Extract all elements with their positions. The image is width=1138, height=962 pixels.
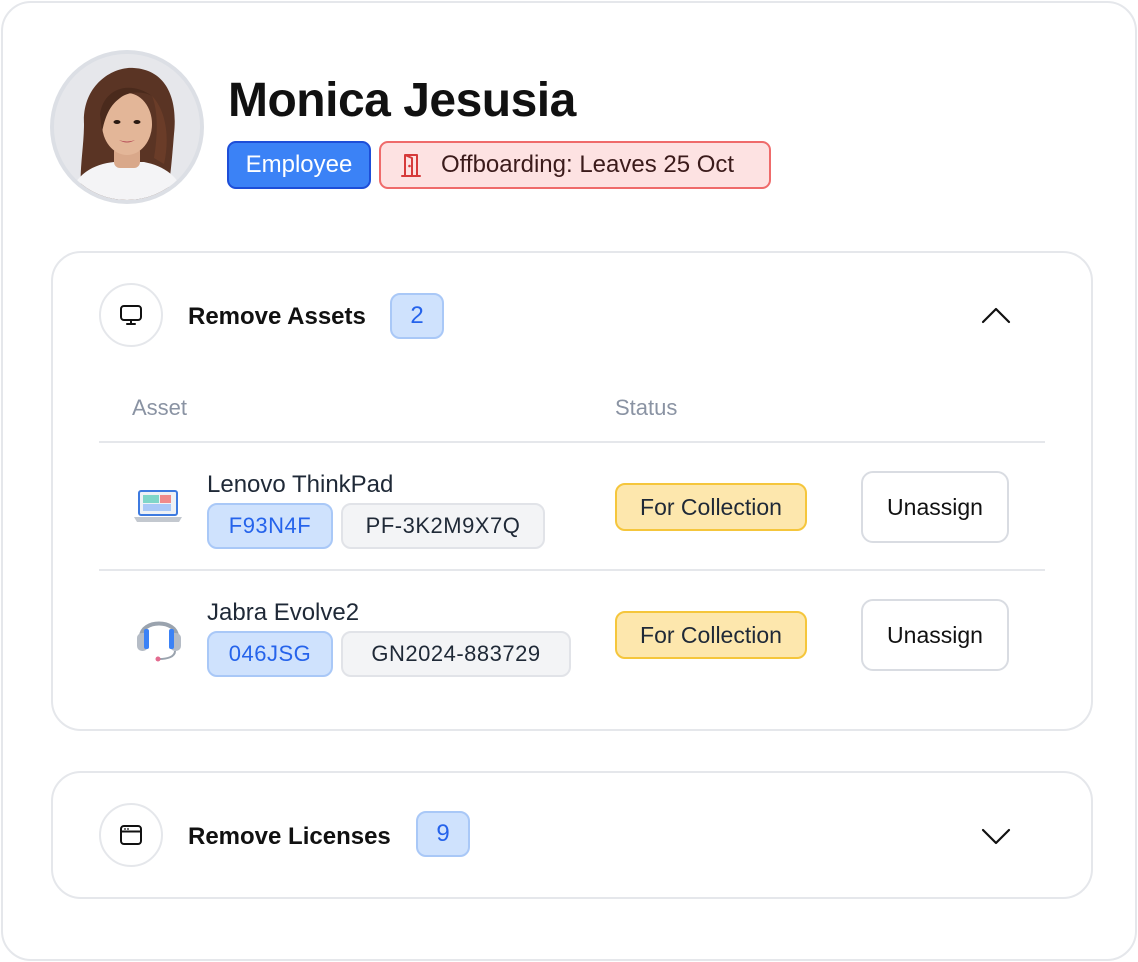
role-badge: Employee — [227, 141, 371, 189]
remove-assets-title: Remove Assets — [188, 303, 366, 330]
offboarding-label: Offboarding: Leaves 25 Oct — [441, 151, 735, 178]
remove-assets-panel: Remove Assets 2 Asset Status Lenovo Thin… — [51, 251, 1093, 731]
expand-chevron-down-icon[interactable] — [980, 820, 1012, 852]
licenses-count: 9 — [436, 820, 450, 847]
unassign-button[interactable]: Unassign — [861, 599, 1009, 671]
laptop-icon — [133, 489, 183, 530]
serial-number: PF-3K2M9X7Q — [341, 503, 545, 549]
asset-tag: 046JSG — [207, 631, 333, 677]
asset-tag: F93N4F — [207, 503, 333, 549]
serial-number: GN2024-883729 — [341, 631, 571, 677]
browser-window-icon — [99, 803, 163, 867]
headset-icon — [135, 609, 183, 668]
remove-licenses-panel[interactable]: Remove Licenses 9 — [51, 771, 1093, 899]
status-badge: For Collection — [615, 611, 807, 659]
door-exit-icon — [401, 154, 421, 177]
profile-photo — [54, 54, 200, 200]
assets-count-badge: 2 — [390, 293, 444, 339]
monitor-icon — [99, 283, 163, 347]
remove-licenses-title: Remove Licenses — [188, 823, 391, 850]
status-badge: For Collection — [615, 483, 807, 531]
asset-name: Jabra Evolve2 — [207, 599, 360, 626]
asset-name: Lenovo ThinkPad — [207, 471, 394, 498]
offboarding-badge: Offboarding: Leaves 25 Oct — [379, 141, 771, 189]
row-divider — [99, 569, 1045, 571]
collapse-chevron-up-icon[interactable] — [980, 300, 1012, 332]
column-header-status: Status — [615, 395, 678, 420]
column-header-asset: Asset — [132, 395, 188, 420]
role-badge-label: Employee — [245, 151, 353, 178]
licenses-count-badge: 9 — [416, 811, 470, 857]
header-divider — [99, 441, 1045, 443]
employee-name: Monica Jesusia — [228, 74, 576, 127]
employee-offboarding-card: Monica Jesusia Employee Offboarding: Lea… — [1, 1, 1137, 961]
assets-count: 2 — [410, 302, 424, 329]
avatar — [50, 50, 204, 204]
unassign-button[interactable]: Unassign — [861, 471, 1009, 543]
